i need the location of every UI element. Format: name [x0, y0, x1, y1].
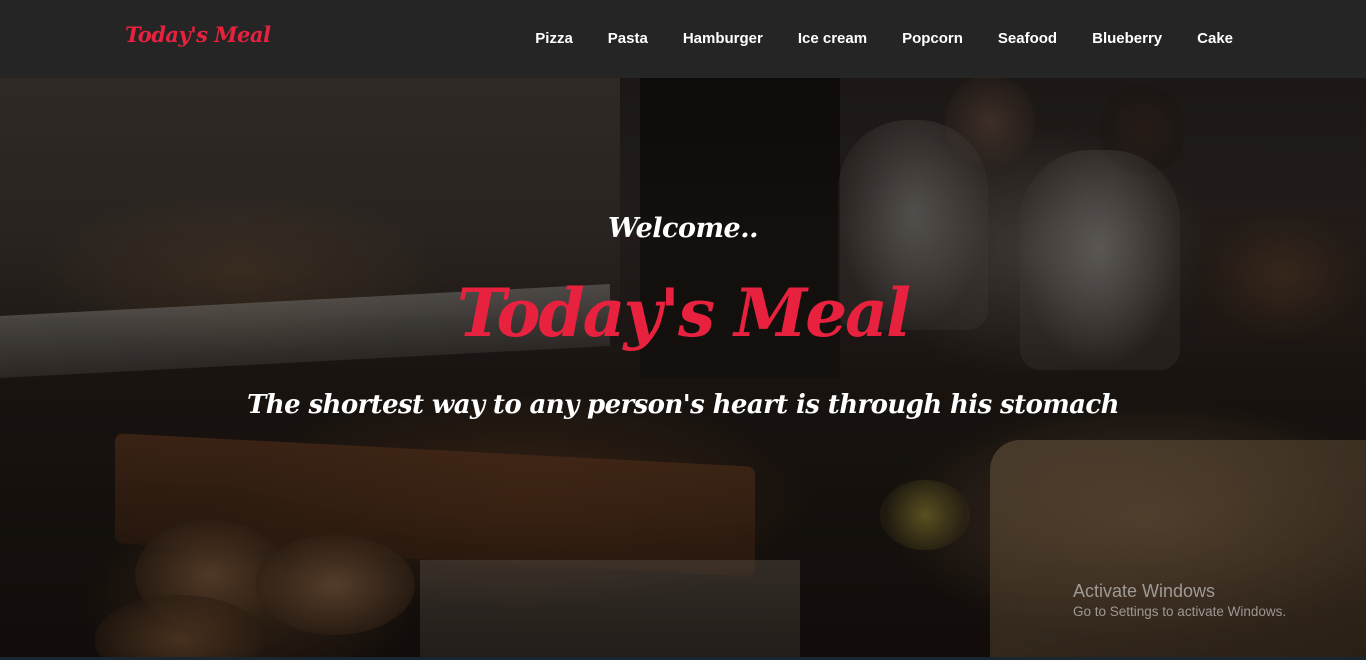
watermark-subtitle: Go to Settings to activate Windows. [1073, 604, 1287, 619]
brand-logo[interactable]: Today's Meal [125, 22, 271, 47]
hero-tagline: The shortest way to any person's heart i… [247, 390, 1119, 420]
nav-link-pizza[interactable]: Pizza [535, 30, 573, 47]
nav-links: Pizza Pasta Hamburger Ice cream Popcorn … [535, 30, 1233, 47]
navbar: Today's Meal Pizza Pasta Hamburger Ice c… [0, 0, 1366, 78]
hero-title: Today's Meal [456, 274, 911, 352]
watermark-title: Activate Windows [1073, 581, 1216, 601]
nav-link-pasta[interactable]: Pasta [608, 30, 648, 47]
nav-link-blueberry[interactable]: Blueberry [1092, 30, 1162, 47]
hero-section: Welcome.. Today's Meal The shortest way … [0, 0, 1366, 660]
nav-link-popcorn[interactable]: Popcorn [902, 30, 963, 47]
hero-welcome: Welcome.. [607, 213, 759, 244]
nav-link-seafood[interactable]: Seafood [998, 30, 1057, 47]
nav-link-cake[interactable]: Cake [1197, 30, 1233, 47]
nav-link-hamburger[interactable]: Hamburger [683, 30, 763, 47]
activate-windows-watermark: Activate Windows Go to Settings to activ… [1073, 580, 1286, 622]
nav-link-ice-cream[interactable]: Ice cream [798, 30, 867, 47]
